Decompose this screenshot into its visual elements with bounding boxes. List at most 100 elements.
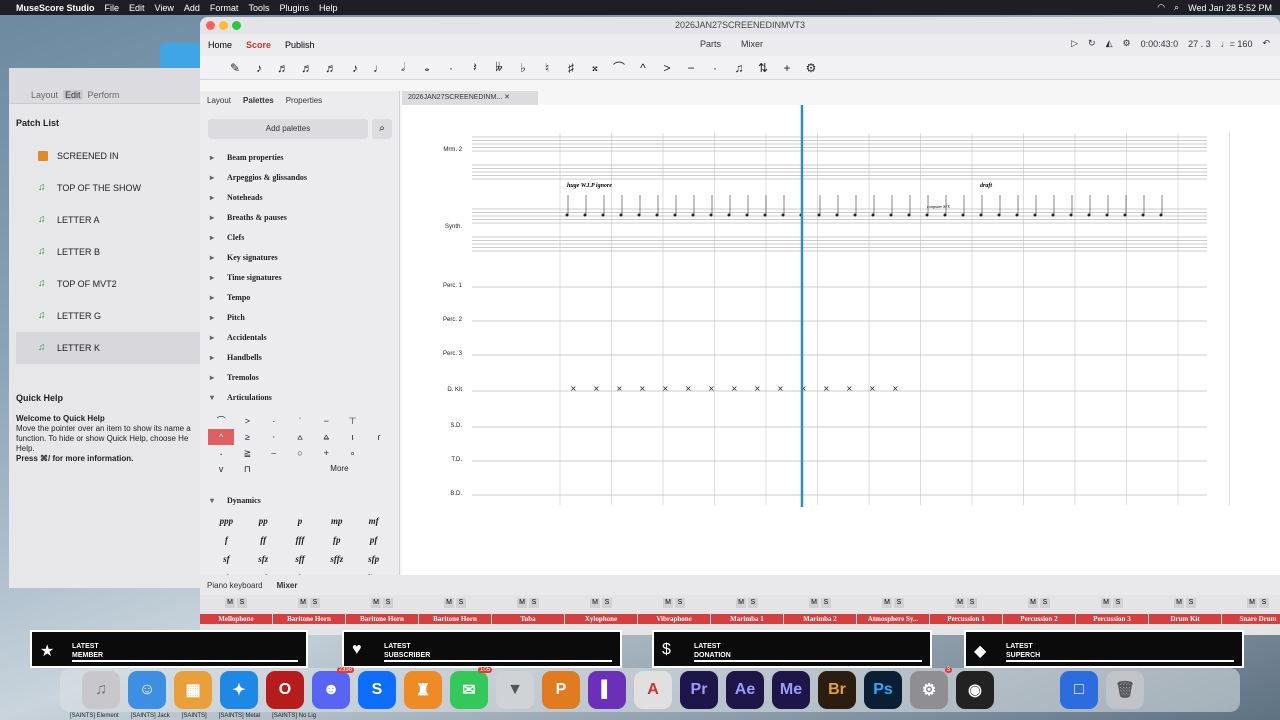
patch-item[interactable]: ♫ LETTER G (16, 300, 200, 332)
dynamic-item[interactable]: fp (318, 531, 355, 550)
articulation-icon[interactable]: v (208, 461, 234, 477)
articulation-icon[interactable]: ⩟ (287, 429, 313, 445)
solo-button[interactable]: S (1259, 598, 1269, 608)
tab-publish[interactable]: Publish (285, 40, 315, 50)
solo-button[interactable]: S (529, 598, 539, 608)
dynamic-item[interactable]: sf (208, 550, 245, 569)
dynamic-item[interactable]: sfz (245, 550, 282, 569)
articulation-icon[interactable] (366, 445, 392, 461)
mixer-channel[interactable]: M S Baritone Horn (346, 598, 418, 624)
palette-item[interactable]: Accidentals (200, 328, 399, 348)
note-32nd-icon[interactable]: ♬ (300, 61, 314, 75)
dynamic-item[interactable]: mf (355, 512, 392, 531)
play-icon[interactable]: ▷ (1071, 38, 1078, 49)
b-app-icon[interactable]: ▌ (588, 671, 626, 709)
articulation-icon[interactable] (366, 413, 392, 429)
solo-button[interactable]: S (1040, 598, 1050, 608)
more-button[interactable]: More (313, 461, 366, 477)
palette-item-dynamics[interactable]: Dynamics (200, 491, 399, 511)
mixer-channel[interactable]: M S Marimba 1 (711, 598, 783, 624)
solo-button[interactable]: S (237, 598, 247, 608)
mixer-channel[interactable]: M S Vibraphone (638, 598, 710, 624)
media-encoder-icon[interactable]: Me (772, 671, 810, 709)
search-icon[interactable]: ⌕ (372, 119, 392, 139)
menu-view[interactable]: View (155, 3, 174, 13)
panel-tab-layout[interactable]: Layout (207, 96, 231, 105)
note-eighth-icon[interactable]: ♪ (348, 61, 362, 75)
patch-item[interactable]: ♫ LETTER B (16, 236, 200, 268)
panel-tab-properties[interactable]: Properties (286, 96, 322, 105)
opera-icon[interactable]: O (266, 671, 304, 709)
solo-button[interactable]: S (602, 598, 612, 608)
palette-item[interactable]: Clefs (200, 228, 399, 248)
dynamic-item[interactable]: pp (245, 512, 282, 531)
menu-file[interactable]: File (105, 3, 120, 13)
dynamic-item[interactable]: f (208, 531, 245, 550)
note-16th-icon[interactable]: ♬ (324, 61, 338, 75)
palette-item[interactable]: Breaths & pauses (200, 208, 399, 228)
natural-icon[interactable]: ♮ (540, 61, 554, 75)
mixer-channel[interactable]: M S Mellophone (200, 598, 272, 624)
mute-button[interactable]: M (809, 598, 819, 608)
note-quarter-icon[interactable]: ♩ (372, 61, 386, 75)
palette-item[interactable]: Pitch (200, 308, 399, 328)
mode-perform[interactable]: Perform (88, 90, 120, 100)
photoshop-icon[interactable]: Ps (864, 671, 902, 709)
mute-button[interactable]: M (882, 598, 892, 608)
dynamic-item[interactable]: sfp (355, 550, 392, 569)
mute-button[interactable]: M (1028, 598, 1038, 608)
palette-item[interactable]: Beam properties (200, 148, 399, 168)
menu-help[interactable]: Help (319, 3, 338, 13)
mixer-channel[interactable]: M S Tuba (492, 598, 564, 624)
acrobat-icon[interactable]: A (634, 671, 672, 709)
bridge-icon[interactable]: Br (818, 671, 856, 709)
mute-button[interactable]: M (444, 598, 454, 608)
search-icon[interactable]: ⌕ (1174, 2, 1179, 13)
mute-button[interactable]: M (590, 598, 600, 608)
articulation-icon[interactable]: ^ (208, 429, 235, 445)
patch-item[interactable]: ♫ LETTER K (16, 332, 200, 364)
dynamic-item[interactable]: p (282, 512, 319, 531)
tab-score[interactable]: Score (246, 40, 271, 50)
loop-icon[interactable]: ↻ (1088, 38, 1096, 49)
settings-icon[interactable]: ⚙ (1123, 38, 1131, 49)
mode-edit[interactable]: Edit (63, 90, 83, 100)
palette-item[interactable]: Time signatures (200, 268, 399, 288)
mixer-channel[interactable]: M S Percussion 3 (1076, 598, 1148, 624)
palette-item[interactable]: Arpeggios & glissandos (200, 168, 399, 188)
mixer-channel[interactable]: M S Percussion 1 (930, 598, 1002, 624)
tab-home[interactable]: Home (208, 40, 232, 50)
messages-icon[interactable]: ✉ 105 (450, 667, 492, 709)
articulation-icon[interactable]: ≥ (234, 429, 260, 445)
settings-icon[interactable]: ⚙ 3 (910, 667, 952, 709)
accent-icon[interactable]: > (660, 61, 674, 75)
score-canvas[interactable]: Mrm. 2 Synth. Perc. 1 Perc. 2 Perc. 3 D. Kit S… (402, 105, 1280, 577)
add-palettes-button[interactable]: Add palettes (208, 119, 368, 139)
articulation-icon[interactable]: ⌣ (261, 445, 287, 461)
dot-icon[interactable]: · (444, 61, 458, 75)
solo-button[interactable]: S (675, 598, 685, 608)
solo-button[interactable]: S (748, 598, 758, 608)
patch-item[interactable]: ♫ TOP OF THE SHOW (16, 172, 200, 204)
metronome-icon[interactable]: ◭ (1106, 38, 1113, 49)
pen-icon[interactable]: ✎ (228, 61, 242, 75)
tie-icon[interactable]: ⌒ (612, 59, 626, 76)
palette-item[interactable]: Tempo (200, 288, 399, 308)
score-tab[interactable]: 2026JAN27SCREENEDINM... ✕ (402, 91, 538, 105)
mute-button[interactable]: M (517, 598, 527, 608)
minimize-button[interactable] (219, 21, 228, 30)
solo-button[interactable]: S (383, 598, 393, 608)
patch-item[interactable]: ♫ TOP OF MVT2 (16, 268, 200, 300)
mute-button[interactable]: M (1174, 598, 1184, 608)
menu-format[interactable]: Format (210, 3, 239, 13)
mode-layout[interactable]: Layout (31, 90, 58, 100)
dynamic-item[interactable]: sff (282, 550, 319, 569)
articulation-icon[interactable]: ι (339, 429, 365, 445)
dynamic-item[interactable]: ff (245, 531, 282, 550)
safari-icon[interactable]: ✦ (220, 671, 258, 709)
dynamic-item[interactable]: mp (318, 512, 355, 531)
mute-button[interactable]: M (736, 598, 746, 608)
roblox-icon[interactable]: □ (1060, 671, 1098, 709)
menu-plugins[interactable]: Plugins (279, 3, 309, 13)
mute-button[interactable]: M (371, 598, 381, 608)
